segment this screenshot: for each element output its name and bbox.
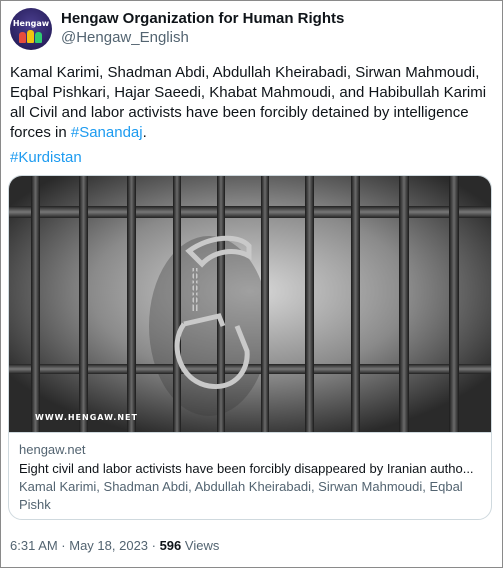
- tweet-text-end: .: [142, 124, 147, 141]
- card-image[interactable]: WWW.HENGAW.NET: [9, 176, 491, 432]
- hashtag-link-kurdistan[interactable]: #Kurdistan: [10, 149, 82, 166]
- card-domain: hengaw.net: [19, 442, 86, 457]
- author-handle[interactable]: @Hengaw_English: [61, 29, 189, 46]
- avatar-hand-icon: [19, 32, 26, 43]
- link-preview-card[interactable]: WWW.HENGAW.NET hengaw.net Eight civil an…: [8, 175, 492, 520]
- avatar-hand-icon: [35, 32, 42, 43]
- tweet-meta: 6:31 AM · May 18, 2023 · 596 Views: [10, 538, 219, 553]
- card-description: Kamal Karimi, Shadman Abdi, Abdullah Khe…: [19, 479, 463, 512]
- avatar[interactable]: Hengaw: [10, 8, 52, 50]
- views-label: Views: [181, 538, 220, 553]
- author-display-name[interactable]: Hengaw Organization for Human Rights: [61, 10, 344, 27]
- views-count: 596: [159, 538, 182, 553]
- avatar-logo-text: Hengaw: [12, 19, 50, 28]
- card-body[interactable]: hengaw.net Eight civil and labor activis…: [9, 432, 491, 519]
- tweet-timestamp[interactable]: 6:31 AM · May 18, 2023 ·: [10, 538, 160, 553]
- hashtag-link-sanandaj[interactable]: #Sanandaj: [71, 124, 143, 141]
- card-title: Eight civil and labor activists have bee…: [19, 461, 474, 476]
- avatar-hand-icon: [27, 30, 34, 43]
- card-image-watermark: WWW.HENGAW.NET: [35, 413, 138, 422]
- tweet-text: Kamal Karimi, Shadman Abdi, Abdullah Khe…: [10, 63, 498, 143]
- tweet-container: Hengaw Hengaw Organization for Human Rig…: [0, 0, 503, 568]
